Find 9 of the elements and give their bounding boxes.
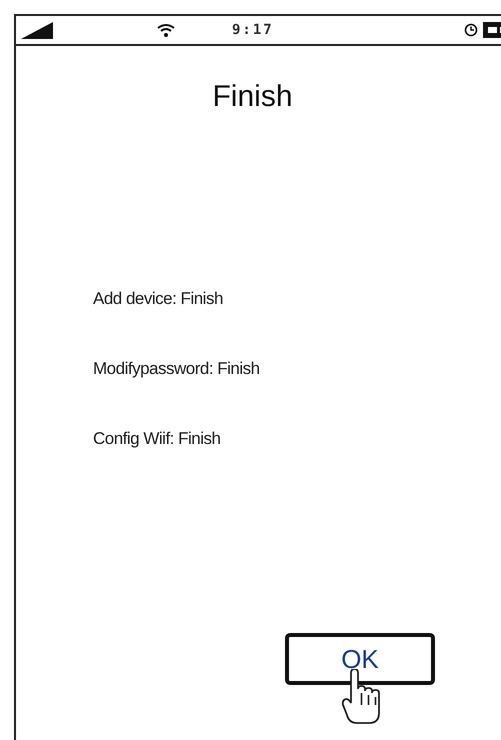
status-time: 9:17 (232, 22, 274, 38)
wifi-icon (157, 23, 175, 37)
ok-button[interactable]: OK (285, 633, 435, 685)
status-text: Modifypassword: Finish (93, 359, 261, 379)
screen-title: Finish (211, 80, 294, 114)
clock-icon (464, 23, 478, 37)
signal-icon (21, 22, 53, 38)
status-text: Config Wiif: Finish (93, 429, 222, 449)
status-text: Add device: Finish (93, 289, 224, 309)
